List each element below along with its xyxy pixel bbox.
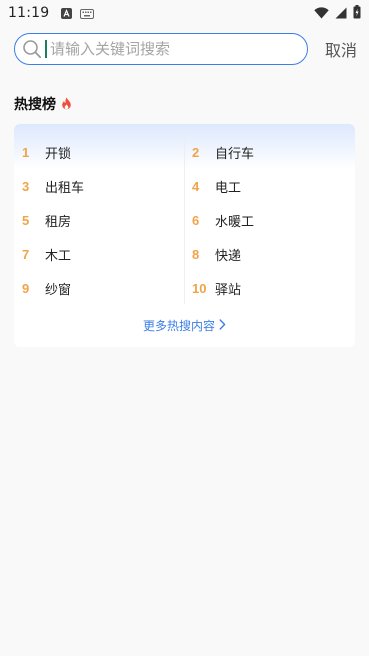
more-hot-search-label: 更多热搜内容 <box>142 319 215 333</box>
hot-keyword: 驿站 <box>215 282 242 298</box>
text-cursor <box>45 40 47 58</box>
rank-number: 6 <box>192 212 200 228</box>
rank-number: 3 <box>22 178 30 194</box>
status-bar: 11:19 <box>0 0 369 26</box>
search-input[interactable] <box>50 35 300 63</box>
wifi-icon <box>314 4 329 23</box>
hot-item-1[interactable]: 1 开锁 <box>14 135 184 169</box>
battery-icon <box>353 4 361 23</box>
search-bar: 取消 <box>14 33 357 65</box>
rank-number: 5 <box>22 212 30 228</box>
hot-search-title: 热搜榜 <box>14 97 56 113</box>
rank-number: 1 <box>22 144 30 160</box>
fire-icon <box>61 95 72 114</box>
hot-search-list: 1 开锁 2 自行车 3 出租车 4 电工 5 租房 6 水暖工 7 木工 8 <box>14 135 355 305</box>
hot-keyword: 水暖工 <box>215 214 255 230</box>
hot-keyword: 出租车 <box>45 180 85 196</box>
cancel-button[interactable]: 取消 <box>325 37 357 61</box>
rank-number: 4 <box>192 178 200 194</box>
search-box[interactable] <box>14 33 308 65</box>
rank-number: 9 <box>22 280 30 296</box>
hot-keyword: 电工 <box>215 180 242 196</box>
keyboard-icon <box>80 4 95 23</box>
rank-number: 7 <box>22 246 30 262</box>
hot-item-3[interactable]: 3 出租车 <box>14 169 184 203</box>
rank-number: 8 <box>192 246 200 262</box>
hot-item-2[interactable]: 2 自行车 <box>184 135 355 169</box>
hot-item-7[interactable]: 7 木工 <box>14 237 184 271</box>
hot-keyword: 纱窗 <box>45 282 72 298</box>
search-icon <box>22 39 42 59</box>
hot-keyword: 租房 <box>45 214 72 230</box>
app-notification-icon <box>61 4 73 23</box>
more-hot-search-link[interactable]: 更多热搜内容 <box>14 317 355 334</box>
hot-item-5[interactable]: 5 租房 <box>14 203 184 237</box>
hot-item-9[interactable]: 9 纱窗 <box>14 271 184 305</box>
rank-number: 10 <box>192 280 207 296</box>
hot-keyword: 自行车 <box>215 146 255 162</box>
hot-search-card: 1 开锁 2 自行车 3 出租车 4 电工 5 租房 6 水暖工 7 木工 8 <box>14 124 355 347</box>
rank-number: 2 <box>192 144 200 160</box>
signal-icon <box>335 4 347 23</box>
hot-item-8[interactable]: 8 快递 <box>184 237 355 271</box>
hot-keyword: 快递 <box>215 248 242 264</box>
chevron-right-icon <box>219 318 226 333</box>
hot-item-10[interactable]: 10 驿站 <box>184 271 355 305</box>
hot-keyword: 开锁 <box>45 146 72 162</box>
hot-search-header: 热搜榜 <box>14 94 72 114</box>
status-system-icons <box>314 4 361 23</box>
hot-item-4[interactable]: 4 电工 <box>184 169 355 203</box>
status-notifications <box>61 4 95 23</box>
hot-item-6[interactable]: 6 水暖工 <box>184 203 355 237</box>
status-time: 11:19 <box>8 5 50 21</box>
hot-keyword: 木工 <box>45 248 72 264</box>
